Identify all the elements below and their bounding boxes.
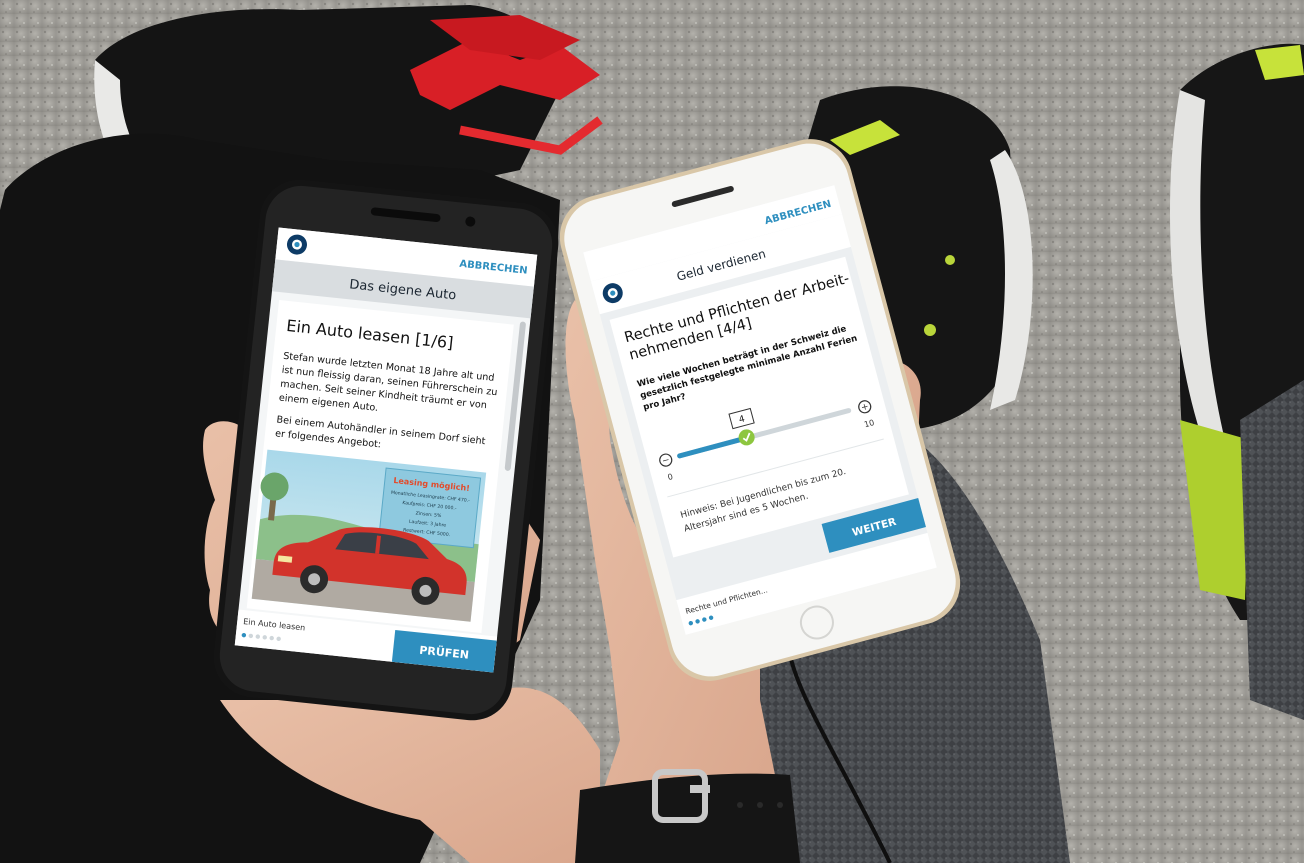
- grey-leggings-right: [1240, 380, 1304, 720]
- wristwatch: [575, 769, 800, 863]
- smartphone-left: ABBRECHEN Das eigene Auto Ein Auto lease…: [213, 179, 559, 721]
- photo-scene: ABBRECHEN Das eigene Auto Ein Auto lease…: [0, 0, 1304, 863]
- left-phone-screen: ABBRECHEN Das eigene Auto Ein Auto lease…: [234, 227, 538, 673]
- car-ad-illustration: Leasing möglich! Monatliche Leasingrate:…: [251, 449, 487, 622]
